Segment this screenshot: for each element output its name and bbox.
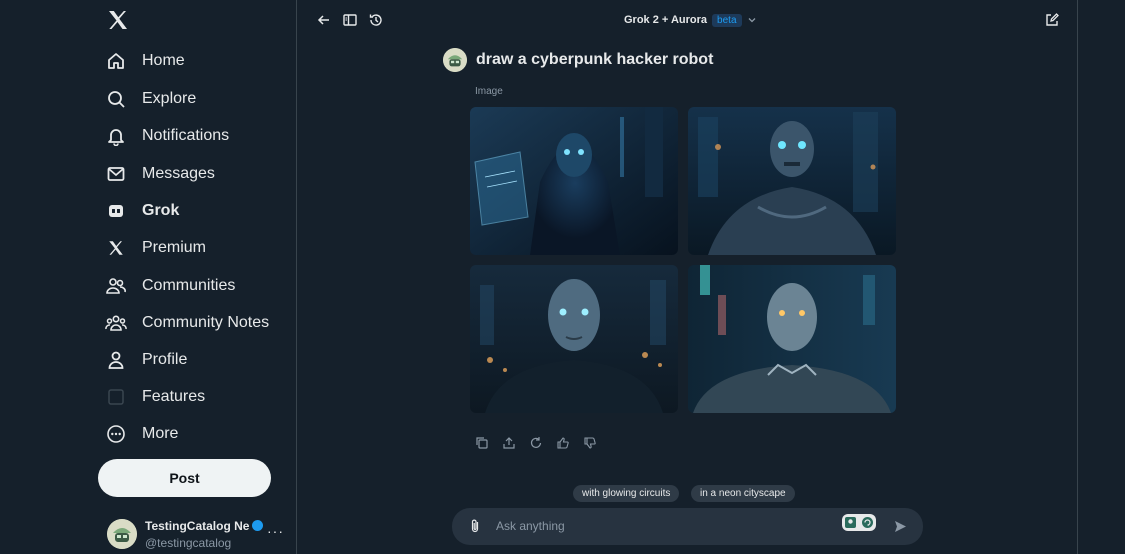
sidebar-item-community-notes[interactable]: Community Notes — [104, 307, 269, 339]
chevron-down-icon — [748, 18, 755, 23]
sidebar-toggle-icon[interactable] — [342, 12, 358, 28]
grok-main-panel: Grok 2 + Aurora beta draw a cyberpunk ha… — [297, 0, 1078, 554]
sidebar-item-messages[interactable]: Messages — [104, 158, 215, 190]
profile-icon — [104, 348, 128, 372]
account-name: TestingCatalog Ne — [145, 519, 264, 533]
suggestion-chip[interactable]: with glowing circuits — [573, 485, 680, 502]
generated-image-4[interactable] — [688, 265, 896, 413]
community-notes-icon — [104, 311, 128, 335]
sidebar-item-label: Grok — [142, 202, 180, 219]
paperclip-icon[interactable] — [468, 518, 482, 534]
sidebar-item-premium[interactable]: Premium — [104, 232, 206, 264]
chat-composer — [452, 508, 923, 545]
generated-image-1[interactable] — [470, 107, 678, 255]
thumbs-down-icon[interactable] — [583, 436, 597, 450]
sidebar-item-label: Profile — [142, 351, 188, 368]
sidebar-item-label: Messages — [142, 165, 215, 182]
sidebar: Home Explore Notifications Messages Grok… — [0, 0, 297, 554]
user-prompt: draw a cyberpunk hacker robot — [476, 51, 714, 68]
search-icon — [104, 87, 128, 111]
thumbs-up-icon[interactable] — [556, 436, 570, 450]
copy-icon[interactable] — [475, 436, 489, 450]
verified-badge-icon — [252, 520, 264, 531]
sidebar-item-label: Communities — [142, 277, 236, 294]
sidebar-item-label: More — [142, 425, 179, 442]
model-name: Grok 2 + Aurora — [624, 14, 708, 26]
back-arrow-icon[interactable] — [316, 12, 332, 28]
sidebar-item-label: Home — [142, 52, 185, 69]
result-type-label: Image — [475, 86, 503, 97]
grok-mode-icon[interactable] — [842, 514, 876, 531]
bell-icon — [104, 124, 128, 148]
sidebar-item-label: Explore — [142, 90, 197, 107]
account-handle: @testingcatalog — [145, 536, 232, 550]
history-icon[interactable] — [368, 12, 384, 28]
sidebar-item-label: Notifications — [142, 127, 230, 144]
response-actions — [475, 436, 597, 450]
account-switcher[interactable]: TestingCatalog Ne @testingcatalog ··· — [107, 517, 287, 551]
sidebar-item-label: Premium — [142, 239, 207, 256]
x-logo-icon[interactable] — [106, 8, 130, 32]
mail-icon — [104, 162, 128, 186]
sidebar-item-label: Community Notes — [142, 314, 270, 331]
send-icon[interactable] — [893, 519, 908, 534]
sidebar-item-explore[interactable]: Explore — [104, 83, 196, 115]
sidebar-item-more[interactable]: More — [104, 418, 178, 450]
account-more-icon[interactable]: ··· — [267, 523, 284, 539]
model-selector[interactable]: Grok 2 + Aurora beta — [624, 12, 757, 28]
sidebar-item-communities[interactable]: Communities — [104, 270, 235, 302]
ask-input[interactable] — [496, 517, 796, 535]
sidebar-item-notifications[interactable]: Notifications — [104, 120, 229, 152]
checkbox-icon — [104, 385, 128, 409]
new-chat-icon[interactable] — [1044, 12, 1060, 28]
share-icon[interactable] — [502, 436, 516, 450]
avatar — [107, 519, 137, 549]
grok-icon — [104, 199, 128, 223]
generated-image-3[interactable] — [470, 265, 678, 413]
user-avatar — [443, 48, 467, 72]
beta-badge: beta — [712, 13, 742, 27]
more-circle-icon — [104, 422, 128, 446]
generated-image-2[interactable] — [688, 107, 896, 255]
home-icon — [104, 49, 128, 73]
suggestion-chip[interactable]: in a neon cityscape — [691, 485, 795, 502]
regenerate-icon[interactable] — [529, 436, 543, 450]
x-icon — [104, 236, 128, 260]
sidebar-item-label: Features — [142, 388, 206, 405]
communities-icon — [104, 274, 128, 298]
post-button[interactable]: Post — [98, 459, 271, 497]
sidebar-item-profile[interactable]: Profile — [104, 344, 187, 376]
sidebar-item-grok[interactable]: Grok — [104, 195, 179, 227]
sidebar-item-features[interactable]: Features — [104, 381, 205, 413]
sidebar-item-home[interactable]: Home — [104, 45, 185, 77]
